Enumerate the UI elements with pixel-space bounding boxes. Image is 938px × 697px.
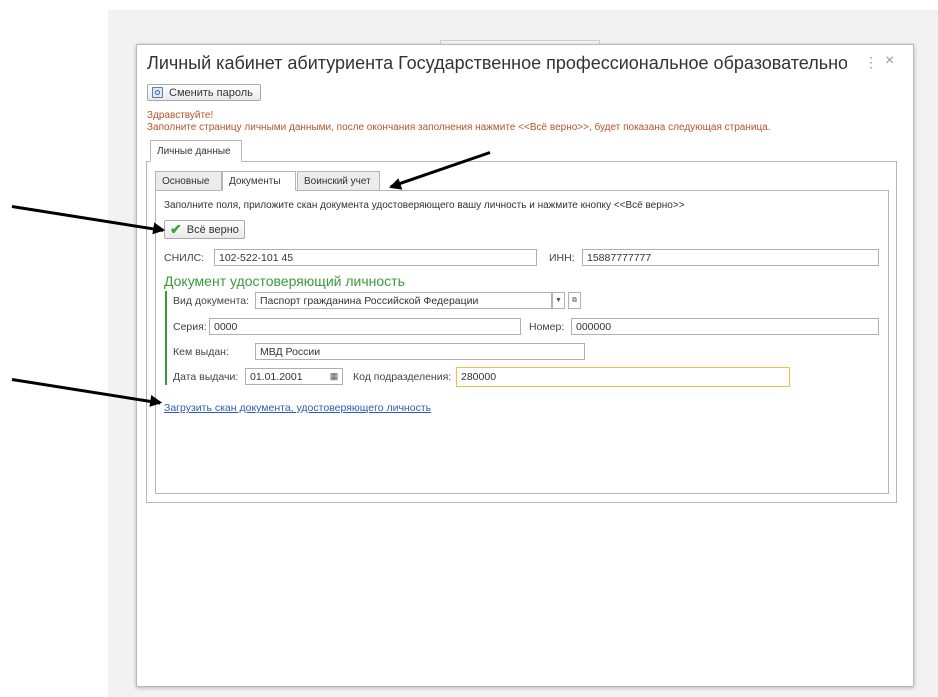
password-icon xyxy=(152,87,163,98)
issued-by-field[interactable]: МВД России xyxy=(255,343,585,360)
greeting-text: Здравствуйте! xyxy=(147,110,214,121)
dialog-window: Личный кабинет абитуриента Государственн… xyxy=(136,44,914,687)
number-field[interactable]: 000000 xyxy=(571,318,879,335)
calendar-icon[interactable]: ▦ xyxy=(326,368,343,385)
doc-type-label: Вид документа: xyxy=(173,295,250,307)
checkmark-icon: ✔ xyxy=(170,221,182,237)
dept-code-label: Код подразделения: xyxy=(353,371,452,383)
series-field[interactable]: 0000 xyxy=(209,318,521,335)
snils-label: СНИЛС: xyxy=(164,252,205,264)
section-divider xyxy=(165,291,167,385)
change-password-label: Сменить пароль xyxy=(169,86,253,99)
inn-label: ИНН: xyxy=(549,252,575,264)
close-icon[interactable]: × xyxy=(885,52,894,70)
number-label: Номер: xyxy=(529,321,565,333)
window-title: Личный кабинет абитуриента Государственн… xyxy=(147,53,847,73)
confirm-label: Всё верно xyxy=(186,223,239,236)
tab-military[interactable]: Воинский учет xyxy=(297,171,380,191)
tab-personal-data[interactable]: Личные данные xyxy=(150,140,242,162)
tab-main[interactable]: Основные xyxy=(155,171,222,191)
issue-date-field[interactable]: 01.01.2001 xyxy=(245,368,327,385)
snils-field[interactable]: 102-522-101 45 xyxy=(214,249,537,266)
documents-panel xyxy=(155,190,889,494)
tab-documents[interactable]: Документы xyxy=(222,171,296,191)
inn-field[interactable]: 15887777777 xyxy=(582,249,879,266)
section-title: Документ удостоверяющий личность xyxy=(164,273,405,289)
doc-type-select[interactable]: Паспорт гражданина Российской Федерации xyxy=(255,292,552,309)
documents-instruction: Заполните поля, приложите скан документа… xyxy=(164,200,685,211)
instruction-text: Заполните страницу личными данными, посл… xyxy=(147,122,771,133)
dept-code-field[interactable]: 280000 xyxy=(456,367,790,387)
change-password-button[interactable]: Сменить пароль xyxy=(147,84,261,101)
dropdown-arrow-icon[interactable]: ▼ xyxy=(552,292,565,309)
issued-by-label: Кем выдан: xyxy=(173,346,229,358)
issue-date-label: Дата выдачи: xyxy=(173,371,239,383)
series-label: Серия: xyxy=(173,321,207,333)
open-form-icon[interactable]: ⧉ xyxy=(568,292,581,309)
upload-scan-link[interactable]: Загрузить скан документа, удостоверяющег… xyxy=(164,402,431,414)
more-icon[interactable]: ⋮ xyxy=(864,54,878,71)
confirm-button[interactable]: ✔ Всё верно xyxy=(164,220,245,239)
